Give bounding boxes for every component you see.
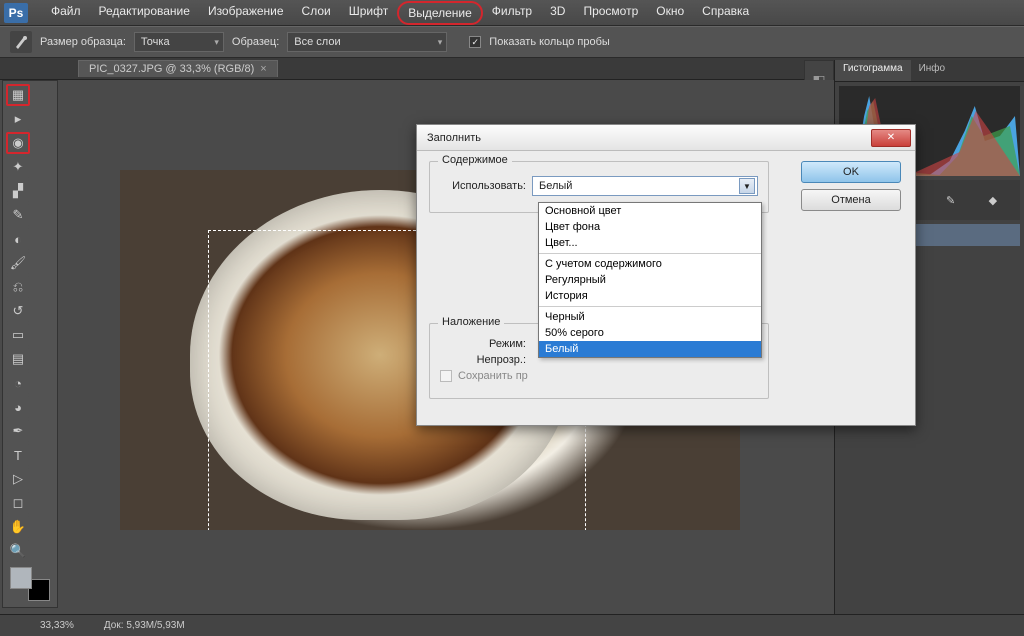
type-tool[interactable]: T <box>6 444 30 466</box>
eyedrop-tool[interactable]: ✎ <box>6 204 30 226</box>
dodge-tool[interactable]: ◕ <box>6 396 30 418</box>
use-label: Использовать: <box>440 180 526 192</box>
doc-size-value: 5,93M/5,93M <box>126 620 184 631</box>
ok-button[interactable]: OK <box>801 161 901 183</box>
use-dropdown-list[interactable]: Основной цветЦвет фонаЦвет... С учетом со… <box>538 202 762 358</box>
patch-tool[interactable]: ◐ <box>6 228 30 250</box>
blending-legend: Наложение <box>438 316 504 328</box>
lasso-tool[interactable]: ◉ <box>6 132 30 154</box>
pen-tool[interactable]: ✒ <box>6 420 30 442</box>
menu-item-редактирование[interactable]: Редактирование <box>90 1 199 25</box>
menu-item-окно[interactable]: Окно <box>647 1 693 25</box>
status-bar: 33,33% Док: 5,93M/5,93M <box>0 614 1024 636</box>
gradient-tool[interactable]: ▤ <box>6 348 30 370</box>
menu-item-просмотр[interactable]: Просмотр <box>574 1 647 25</box>
menu-item-шрифт[interactable]: Шрифт <box>340 1 397 25</box>
show-ring-label: Показать кольцо пробы <box>489 36 610 48</box>
document-tab[interactable]: PIC_0327.JPG @ 33,3% (RGB/8) × <box>78 60 278 77</box>
dropdown-option[interactable]: История <box>539 288 761 304</box>
contents-legend: Содержимое <box>438 154 512 166</box>
menu-item-3d[interactable]: 3D <box>541 1 574 25</box>
panel-icon[interactable]: ◆ <box>985 192 1001 208</box>
dropdown-arrow-icon[interactable]: ▼ <box>739 178 755 194</box>
shape-tool[interactable]: ◻ <box>6 492 30 514</box>
marquee-tool[interactable]: ▦ <box>6 84 30 106</box>
menu-bar: Ps ФайлРедактированиеИзображениеСлоиШриф… <box>0 0 1024 26</box>
color-swatch[interactable] <box>10 567 50 601</box>
preserve-transparency-checkbox <box>440 370 452 382</box>
dropdown-option[interactable]: Цвет фона <box>539 219 761 235</box>
preserve-label: Сохранить пр <box>458 370 528 382</box>
menu-item-фильтр[interactable]: Фильтр <box>483 1 541 25</box>
dropdown-separator <box>539 306 761 307</box>
show-ring-checkbox[interactable] <box>469 36 481 48</box>
menu-item-изображение[interactable]: Изображение <box>199 1 293 25</box>
dialog-title: Заполнить <box>427 132 481 144</box>
tab-info[interactable]: Инфо <box>911 60 954 81</box>
stamp-tool[interactable]: ⎌ <box>6 276 30 298</box>
doc-size-label: Док: <box>104 620 124 631</box>
zoom-level[interactable]: 33,33% <box>40 620 74 631</box>
sample-size-select[interactable]: Точка <box>134 32 224 52</box>
dropdown-option[interactable]: Основной цвет <box>539 203 761 219</box>
opacity-label: Непрозр.: <box>440 354 526 366</box>
cancel-button[interactable]: Отмена <box>801 189 901 211</box>
zoom-tool[interactable]: 🔍 <box>6 540 30 562</box>
dropdown-option[interactable]: 50% серого <box>539 325 761 341</box>
menu-item-слои[interactable]: Слои <box>293 1 340 25</box>
tab-histogram[interactable]: Гистограмма <box>835 60 911 81</box>
eraser-tool[interactable]: ▭ <box>6 324 30 346</box>
use-value: Белый <box>539 180 572 192</box>
mode-label: Режим: <box>440 338 526 350</box>
dropdown-option[interactable]: С учетом содержимого <box>539 256 761 272</box>
sample-label: Образец: <box>232 36 279 48</box>
brush-tool[interactable]: 🖌 <box>6 252 30 274</box>
use-combobox[interactable]: Белый ▼ <box>532 176 758 196</box>
close-tab-icon[interactable]: × <box>260 63 266 75</box>
dropdown-option[interactable]: Черный <box>539 309 761 325</box>
menu-item-справка[interactable]: Справка <box>693 1 758 25</box>
dropdown-option[interactable]: Регулярный <box>539 272 761 288</box>
dropdown-separator <box>539 253 761 254</box>
menu-item-файл[interactable]: Файл <box>42 1 90 25</box>
sample-size-label: Размер образца: <box>40 36 126 48</box>
app-logo: Ps <box>4 3 28 23</box>
crop-tool[interactable]: ▞ <box>6 180 30 202</box>
move-tool[interactable]: ▸ <box>6 108 30 130</box>
path-tool[interactable]: ▷ <box>6 468 30 490</box>
dropdown-option[interactable]: Цвет... <box>539 235 761 251</box>
fill-dialog: Заполнить ✕ OK Отмена Содержимое Использ… <box>416 124 916 426</box>
wand-tool[interactable]: ✦ <box>6 156 30 178</box>
hand-tool[interactable]: ✋ <box>6 516 30 538</box>
sample-layers-select[interactable]: Все слои <box>287 32 447 52</box>
dialog-close-button[interactable]: ✕ <box>871 129 911 147</box>
blur-tool[interactable]: ◔ <box>6 372 30 394</box>
tool-palette: ▦▸◉✦▞✎◐🖌⎌↺▭▤◔◕✒T▷◻✋🔍 <box>2 80 58 608</box>
document-tab-title: PIC_0327.JPG @ 33,3% (RGB/8) <box>89 63 254 75</box>
active-tool-icon <box>10 31 32 53</box>
dropdown-option[interactable]: Белый <box>539 341 761 357</box>
options-bar: Размер образца: Точка Образец: Все слои … <box>0 26 1024 58</box>
menu-item-выделение[interactable]: Выделение <box>397 1 483 25</box>
history-tool[interactable]: ↺ <box>6 300 30 322</box>
dialog-titlebar[interactable]: Заполнить ✕ <box>417 125 915 151</box>
panel-icon[interactable]: ✎ <box>943 192 959 208</box>
